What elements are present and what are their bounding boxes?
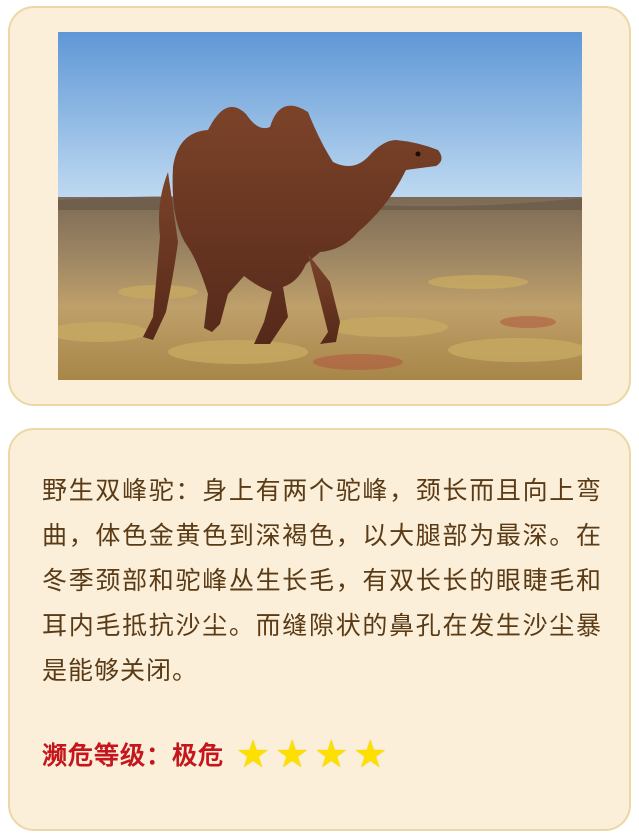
camel-photo — [58, 32, 582, 380]
info-card: 野生双峰驼：身上有两个驼峰，颈长而且向上弯曲，体色金黄色到深褐色，以大腿部为最深… — [8, 428, 631, 831]
star-icon: ★ — [236, 732, 272, 776]
star-icon: ★ — [353, 732, 389, 776]
status-stars: ★ ★ ★ ★ — [236, 734, 392, 774]
star-icon: ★ — [314, 732, 350, 776]
camel-eye — [415, 151, 421, 157]
species-description: 野生双峰驼：身上有两个驼峰，颈长而且向上弯曲，体色金黄色到深褐色，以大腿部为最深… — [42, 476, 602, 685]
endangerment-status: 濒危等级： 极危 ★ ★ ★ ★ — [42, 732, 392, 776]
photo-card — [8, 6, 631, 406]
status-value: 极危 — [172, 741, 225, 770]
status-label: 濒危等级： — [42, 741, 173, 770]
star-icon: ★ — [275, 732, 311, 776]
